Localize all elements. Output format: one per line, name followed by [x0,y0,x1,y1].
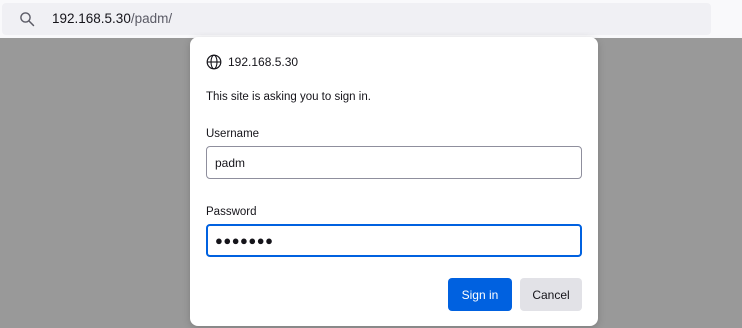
username-field[interactable]: padm [206,146,582,179]
password-value: ●●●●●●● [215,233,274,248]
globe-icon [206,54,222,70]
dialog-host: 192.168.5.30 [228,55,299,69]
sign-in-button[interactable]: Sign in [448,278,512,311]
dialog-message: This site is asking you to sign in. [206,91,371,103]
address-bar[interactable]: 192.168.5.30/padm/ [2,3,711,35]
url-text[interactable]: 192.168.5.30/padm/ [52,11,172,26]
cancel-button[interactable]: Cancel [520,278,582,311]
dialog-header: 192.168.5.30 [206,53,298,71]
toolbar: 192.168.5.30/padm/ [0,0,742,38]
password-field[interactable]: ●●●●●●● [206,224,582,257]
url-host: 192.168.5.30 [52,11,131,26]
sign-in-dialog: 192.168.5.30 This site is asking you to … [190,37,598,326]
search-icon [20,12,35,27]
username-value: padm [215,155,246,170]
url-path: /padm/ [130,11,173,26]
username-label: Username [206,128,260,140]
password-label: Password [206,206,257,218]
